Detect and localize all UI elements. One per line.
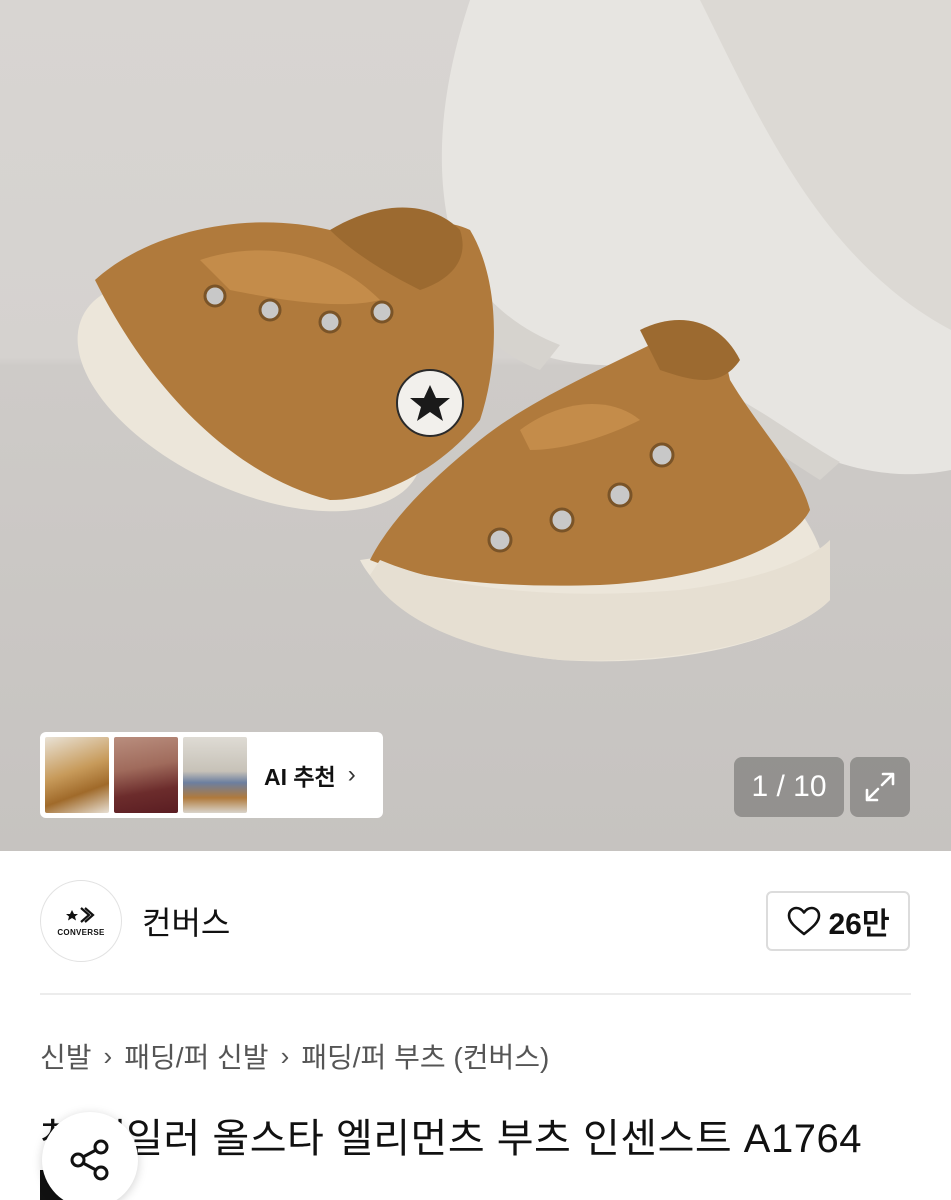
brand-logo-text: CONVERSE [57, 927, 105, 937]
converse-logo-icon [66, 906, 95, 923]
ai-recommend-label: AI 추천 [264, 764, 336, 790]
product-image[interactable]: AI 추천 › 1 / 10 [0, 0, 951, 851]
thumbnail-3[interactable] [183, 737, 247, 813]
expand-button[interactable] [850, 757, 910, 817]
ai-recommend-strip[interactable]: AI 추천 › [40, 732, 383, 818]
chevron-right-icon: › [280, 1040, 290, 1071]
breadcrumb-item-padding-shoes[interactable]: 패딩/퍼 신발 [124, 1036, 268, 1076]
brand-logo[interactable]: CONVERSE [40, 880, 122, 962]
breadcrumb-item-shoes[interactable]: 신발 [40, 1036, 92, 1076]
thumbnail-1[interactable] [45, 737, 109, 813]
brand-name[interactable]: 컨버스 [142, 898, 230, 944]
brand-row: CONVERSE 컨버스 26만 [40, 880, 910, 962]
product-title: 척 테일러 올스타 엘리먼츠 부츠 인센스트 A1764 [40, 1117, 862, 1161]
breadcrumb-item-padding-boots[interactable]: 패딩/퍼 부츠 (컨버스) [301, 1036, 549, 1076]
breadcrumb: 신발 › 패딩/퍼 신발 › 패딩/퍼 부츠 (컨버스) [40, 1036, 549, 1076]
thumbnail-2[interactable] [114, 737, 178, 813]
chevron-right-icon: › [347, 761, 356, 788]
like-count: 26만 [828, 908, 890, 941]
heart-icon [787, 906, 820, 936]
product-photo [77, 0, 951, 662]
image-counter: 1 / 10 [734, 757, 844, 817]
share-icon [70, 1139, 109, 1181]
ai-recommend-link[interactable]: AI 추천 › [264, 758, 356, 792]
share-button[interactable] [42, 1112, 138, 1200]
like-button[interactable]: 26만 [766, 891, 910, 951]
divider [40, 993, 911, 995]
chevron-right-icon: › [103, 1040, 113, 1071]
expand-icon [865, 772, 895, 802]
